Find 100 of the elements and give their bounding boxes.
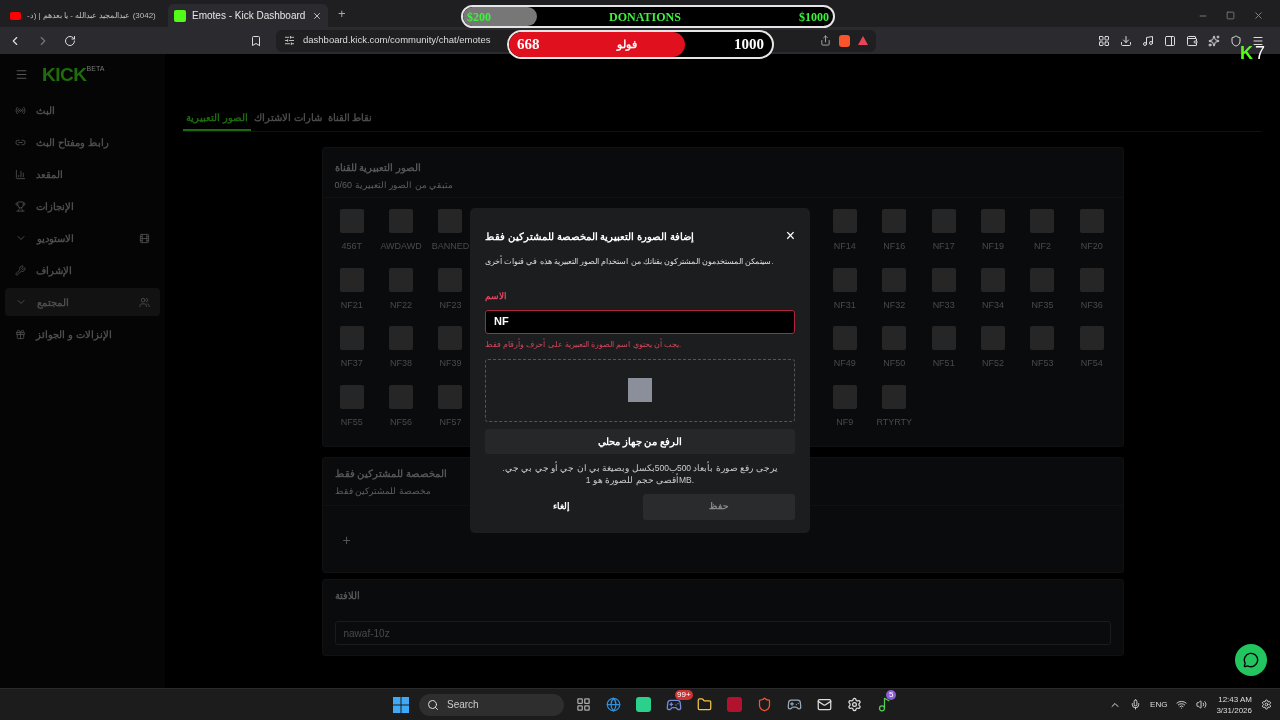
emote-name: NF20 (1080, 242, 1103, 251)
sidebar-item[interactable]: المقعد (5, 160, 160, 188)
page-tab[interactable]: نقاط القناة (324, 107, 376, 131)
app-tile-icon[interactable] (727, 697, 742, 712)
emote-name: 456T (341, 242, 362, 251)
chat-icon (1243, 652, 1259, 668)
tab-title: Emotes - Kick Dashboard (192, 9, 306, 23)
settings-icon[interactable] (847, 697, 862, 712)
close-icon[interactable] (312, 10, 322, 21)
field-label: الاسم (485, 290, 508, 304)
emote-name: NF22 (390, 300, 413, 310)
goal-start-amount: $200 (467, 8, 491, 26)
site-settings-icon[interactable] (284, 35, 295, 46)
emote-name: NF55 (340, 417, 363, 427)
emote-name: BANNED (431, 242, 470, 251)
video-logo-icon (10, 11, 21, 20)
sparkle-icon[interactable] (1208, 34, 1220, 47)
sidebar-item[interactable]: الإشراف (5, 256, 160, 284)
notification-badge: 5 (886, 690, 897, 700)
emote-name: NF37 (340, 359, 363, 368)
emote-name: NF23 (439, 300, 462, 310)
people-icon (139, 296, 150, 308)
apps-icon[interactable] (576, 697, 591, 712)
screenshot-icon[interactable] (1098, 34, 1110, 47)
download-icon[interactable] (1120, 34, 1132, 47)
close-button[interactable]: × (785, 228, 795, 244)
emote-name: NF50 (883, 359, 906, 368)
sidebar-icon[interactable] (1164, 34, 1176, 47)
windows-logo-icon[interactable] (393, 696, 409, 713)
emote-name: NF52 (982, 359, 1005, 368)
gift-icon (15, 328, 26, 340)
browser-tab[interactable]: Emotes - Kick Dashboard (168, 4, 328, 27)
settings-icon[interactable] (1261, 699, 1272, 710)
emote-name: NF57 (439, 417, 462, 427)
mail-icon[interactable] (817, 697, 832, 712)
speaker-icon[interactable] (1196, 699, 1208, 710)
taskbar-search-field[interactable]: Search (419, 693, 564, 716)
sidebar-item[interactable]: رابط ومفتاح البث (5, 128, 160, 156)
url-text: dashboard.kick.com/community/chat/emotes (303, 33, 491, 48)
new-tab-button[interactable]: + (330, 3, 354, 27)
goal-title: DONATIONS (609, 8, 681, 26)
microphone-icon[interactable] (1130, 699, 1142, 710)
emote-name: NF34 (982, 300, 1005, 310)
chat-support-button[interactable] (1235, 644, 1267, 676)
emote-name: NF21 (340, 300, 363, 310)
sidebar-item[interactable]: البث (5, 96, 160, 124)
upload-button[interactable]: الرفع من جهاز محلي (485, 428, 795, 454)
music-icon[interactable] (877, 697, 892, 712)
menu-icon[interactable] (1252, 34, 1264, 47)
sidebar-item[interactable]: المجتمع (5, 288, 160, 316)
emote-name: NF14 (833, 242, 856, 251)
wallet-icon[interactable] (1186, 34, 1198, 47)
goal-end-amount: $1000 (799, 8, 829, 26)
chart-icon (15, 168, 26, 180)
card-subtitle: مخصصة للمشتركين فقط (334, 485, 431, 499)
sidebar-label: الإنزالات و الجوائز (36, 327, 113, 342)
maximize-icon[interactable] (1226, 11, 1235, 20)
app-tile-icon[interactable] (636, 697, 651, 712)
emote-name: NF17 (932, 242, 955, 251)
sidebar-item[interactable]: الإنزالات و الجوائز (5, 320, 160, 348)
cancel-button[interactable]: إلغاء (485, 493, 637, 520)
emote-name: RTYRTY (876, 417, 913, 427)
tab-title: (3042) عبدالمجيد عبدالله - يا بعدهم | (د- (27, 9, 156, 22)
globe-icon[interactable] (606, 697, 621, 712)
sidebar-label: رابط ومفتاح البث (36, 135, 110, 150)
sidebar-item[interactable]: الإنجازات (5, 192, 160, 220)
emote-name: NF36 (1080, 300, 1103, 310)
emote-name: AWDAWD (380, 242, 422, 251)
goal-title: فولو (615, 37, 638, 53)
corner-count: 7 (1255, 44, 1265, 62)
wifi-icon[interactable] (1176, 699, 1188, 710)
reload-icon[interactable] (64, 34, 76, 47)
emote-name: NF39 (439, 359, 462, 368)
browser-tab[interactable]: (3042) عبدالمجيد عبدالله - يا بعدهم | (د- (6, 4, 166, 27)
name-field[interactable]: NF (485, 309, 795, 334)
page-tab[interactable]: الصور التعبيرية (183, 107, 251, 131)
notification-badge: 99+ (675, 689, 693, 700)
emote-name: NF51 (932, 359, 955, 368)
gamepad-icon[interactable] (787, 697, 802, 712)
language-indicator[interactable]: ENG (1150, 698, 1168, 711)
add-emote-button[interactable]: + (342, 531, 351, 548)
emote-name: NF53 (1031, 359, 1054, 368)
music-icon[interactable] (1142, 34, 1154, 47)
emote-name: NF33 (932, 300, 955, 310)
sidebar-item[interactable]: الاستوديو (5, 224, 160, 252)
folder-icon[interactable] (697, 697, 712, 712)
share-icon[interactable] (820, 35, 831, 46)
bookmark-icon[interactable] (250, 34, 262, 47)
emote-name: NF16 (883, 242, 906, 251)
drop-zone[interactable] (485, 358, 795, 422)
page-tab[interactable]: شارات الاشتراك (250, 107, 325, 131)
close-icon[interactable] (1253, 10, 1264, 21)
emote-name: NF31 (833, 300, 856, 310)
emote-name: NF9 (836, 417, 854, 427)
banner-field[interactable]: nawaf-10z (334, 621, 1111, 645)
triangle-icon[interactable] (858, 36, 868, 45)
sidebar-label: الإنجازات (36, 199, 75, 214)
film-icon (139, 232, 150, 244)
sidebar-label: البث (36, 103, 56, 118)
clock[interactable]: 12:43 AM 3/31/2026 (1216, 693, 1252, 716)
